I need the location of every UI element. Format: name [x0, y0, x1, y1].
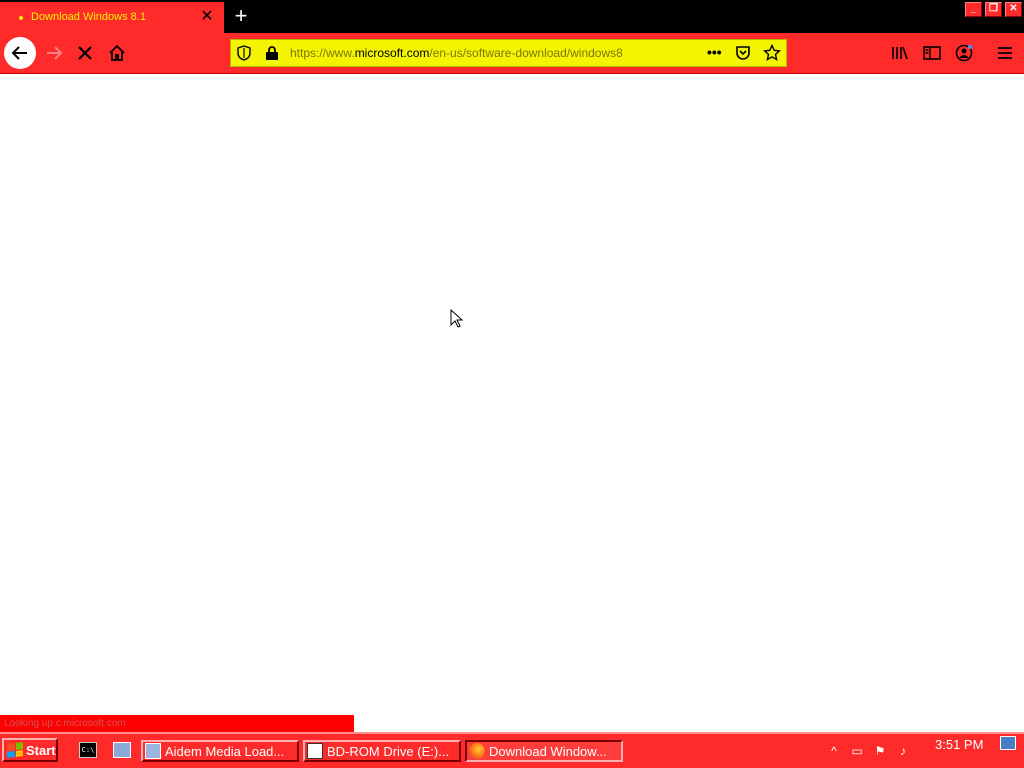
- sidebar-icon: [923, 46, 941, 60]
- window-close-button[interactable]: ✕: [1005, 2, 1022, 17]
- library-icon: [892, 46, 908, 60]
- taskbar: Start C:\ Aidem Media Load... BD-ROM Dri…: [0, 732, 1024, 768]
- taskbar-item-label: Aidem Media Load...: [165, 743, 285, 759]
- hamburger-menu-icon: [998, 47, 1012, 59]
- loading-dot-icon: [19, 16, 23, 20]
- tray-expand-icon[interactable]: ^: [826, 743, 842, 759]
- clock[interactable]: 3:51 PM: [935, 737, 983, 752]
- account-icon: [955, 44, 973, 62]
- volume-icon[interactable]: ♪: [895, 743, 911, 759]
- tab-title: Download Windows 8.1: [31, 11, 146, 23]
- shield-icon[interactable]: [237, 45, 251, 61]
- url-bar[interactable]: https://www.microsoft.com/en-us/software…: [230, 39, 787, 67]
- stop-button[interactable]: [69, 37, 101, 69]
- url-text[interactable]: https://www.microsoft.com/en-us/software…: [290, 46, 623, 60]
- taskbar-item-label: Download Window...: [489, 743, 607, 759]
- command-prompt-icon[interactable]: C:\: [79, 742, 97, 758]
- url-host: microsoft.com: [354, 46, 430, 60]
- home-button[interactable]: [101, 37, 133, 69]
- arrow-left-icon: [11, 46, 27, 60]
- flag-icon[interactable]: ⚑: [872, 743, 888, 759]
- status-bar: Looking up c.microsoft.com: [0, 715, 354, 732]
- arrow-right-icon: [47, 46, 63, 60]
- taskbar-item-label: BD-ROM Drive (E:)...: [327, 743, 450, 759]
- minimize-button[interactable]: _: [965, 2, 982, 17]
- taskbar-item-firefox[interactable]: Download Window...: [465, 740, 623, 762]
- url-path: /en-us/software-download/windows8: [429, 46, 623, 60]
- media-icon: [145, 743, 161, 759]
- start-label: Start: [26, 742, 56, 758]
- network-icon[interactable]: ▭: [849, 743, 865, 759]
- tab-close-icon[interactable]: ✕: [199, 9, 215, 25]
- tab-download-windows[interactable]: Download Windows 8.1 ✕: [0, 2, 224, 33]
- taskbar-item-media-loader[interactable]: Aidem Media Load...: [141, 740, 299, 762]
- sidebar-button[interactable]: [920, 41, 944, 65]
- show-desktop-icon[interactable]: [113, 742, 131, 758]
- firefox-icon: [469, 743, 485, 759]
- page-actions-button[interactable]: •••: [707, 44, 727, 60]
- stop-icon: [78, 46, 92, 60]
- page-content[interactable]: [0, 75, 1024, 715]
- forward-button[interactable]: [38, 37, 70, 69]
- library-button[interactable]: [888, 41, 912, 65]
- back-button[interactable]: [4, 37, 36, 69]
- lock-icon[interactable]: [265, 45, 279, 61]
- bookmark-star-icon[interactable]: [763, 44, 781, 62]
- start-button[interactable]: Start: [2, 738, 58, 762]
- new-tab-button[interactable]: +: [231, 5, 251, 27]
- system-tray: ^ ▭ ⚑ ♪: [826, 740, 1022, 762]
- home-icon: [109, 44, 125, 61]
- windows-flag-icon: [7, 742, 23, 758]
- taskbar-item-bd-rom[interactable]: BD-ROM Drive (E:)...: [303, 740, 461, 762]
- url-prefix: https://www.: [290, 46, 355, 60]
- maximize-button[interactable]: ❐: [985, 2, 1002, 17]
- show-desktop-tray-icon[interactable]: [1000, 736, 1016, 750]
- account-button[interactable]: [952, 41, 976, 65]
- menu-button[interactable]: [993, 41, 1017, 65]
- nav-bar: https://www.microsoft.com/en-us/software…: [0, 33, 1024, 74]
- drive-icon: [307, 743, 323, 759]
- mouse-cursor-icon: [450, 309, 464, 328]
- tab-strip: Download Windows 8.1 ✕ + _ ❐ ✕: [0, 0, 1024, 33]
- pocket-icon[interactable]: [735, 45, 751, 61]
